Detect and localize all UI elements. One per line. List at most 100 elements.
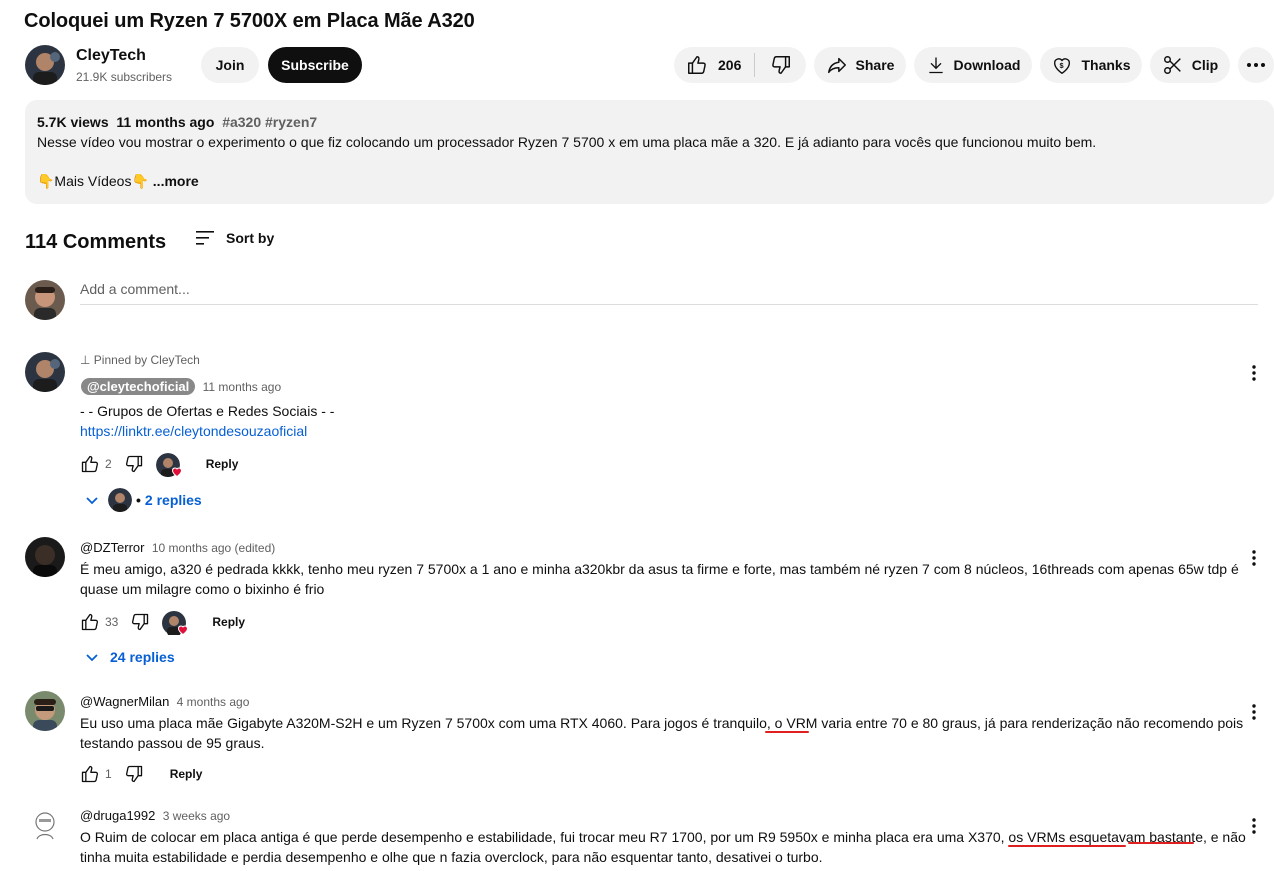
like-button[interactable]: 206 bbox=[674, 47, 754, 83]
join-button[interactable]: Join bbox=[201, 47, 259, 83]
svg-text:$: $ bbox=[1060, 61, 1064, 70]
comment-avatar[interactable] bbox=[25, 537, 65, 577]
comment-time[interactable]: 3 weeks ago bbox=[163, 809, 230, 823]
channel-name[interactable]: CleyTech bbox=[76, 47, 146, 65]
comment-actions: 1 Reply bbox=[80, 763, 202, 785]
thumbs-down-icon[interactable] bbox=[124, 454, 144, 474]
thumbs-down-icon[interactable] bbox=[124, 764, 144, 784]
description-box[interactable]: 5.7K views 11 months ago #a320 #ryzen7 N… bbox=[25, 100, 1274, 204]
reply-button[interactable]: Reply bbox=[212, 615, 245, 629]
more-videos-text: 👇Mais Vídeos👇 bbox=[37, 173, 149, 189]
comment-line: quase um milagre como o bixinho é frio bbox=[80, 581, 325, 597]
reply-button[interactable]: Reply bbox=[206, 457, 239, 471]
subscribe-button[interactable]: Subscribe bbox=[268, 47, 362, 83]
more-horizontal-icon bbox=[1247, 63, 1265, 67]
comment-text: - - Grupos de Ofertas e Redes Sociais - … bbox=[80, 401, 334, 441]
comment-author[interactable]: @cleytechoficial bbox=[81, 378, 196, 395]
comments-count: 114 Comments bbox=[25, 231, 167, 253]
comment-header: @druga1992 3 weeks ago bbox=[80, 808, 230, 823]
sort-by-label: Sort by bbox=[226, 230, 275, 246]
comment-line: - - Grupos de Ofertas e Redes Sociais - … bbox=[80, 403, 335, 419]
comment-author[interactable]: @druga1992 bbox=[80, 808, 155, 823]
comment-text: Eu uso uma placa mãe Gigabyte A320M-S2H … bbox=[80, 713, 1243, 753]
comment-line: É meu amigo, a320 é pedrada kkkk, tenho … bbox=[80, 561, 1239, 577]
comment-header: @cleytechoficial 11 months ago bbox=[81, 378, 282, 395]
thumbs-up-icon[interactable] bbox=[80, 454, 100, 474]
comment-time[interactable]: 11 months ago bbox=[203, 380, 282, 394]
red-underline-annotation bbox=[1008, 845, 1126, 847]
comment-avatar[interactable] bbox=[25, 691, 65, 731]
sort-by-button[interactable]: Sort by bbox=[196, 229, 274, 247]
replies-count: 24 replies bbox=[110, 649, 175, 665]
dislike-button[interactable] bbox=[755, 47, 806, 83]
comment-header: @WagnerMilan 4 months ago bbox=[80, 694, 249, 709]
thanks-button[interactable]: $ Thanks bbox=[1040, 47, 1142, 83]
thumbs-down-icon bbox=[771, 56, 790, 74]
comment-line: testando passou de 95 graus. bbox=[80, 735, 265, 751]
clip-button[interactable]: Clip bbox=[1150, 47, 1230, 83]
comment-menu-button[interactable] bbox=[1252, 818, 1256, 839]
view-replies-button[interactable]: • 2 replies bbox=[84, 488, 202, 512]
replies-count: 2 replies bbox=[144, 492, 202, 508]
download-icon bbox=[928, 57, 943, 74]
share-button[interactable]: Share bbox=[814, 47, 906, 83]
comment-avatar[interactable] bbox=[25, 352, 65, 392]
pinned-label: ⊥ Pinned by CleyTech bbox=[80, 353, 200, 367]
download-label: Download bbox=[953, 57, 1021, 73]
thanks-label: Thanks bbox=[1081, 57, 1131, 73]
add-comment-input[interactable]: Add a comment... bbox=[80, 281, 190, 297]
upload-age: 11 months ago bbox=[116, 114, 215, 130]
comment-line: tinha muita estabilidade e perdia desemp… bbox=[80, 849, 823, 865]
comment-time[interactable]: 4 months ago bbox=[177, 695, 250, 709]
show-more-link[interactable]: ...more bbox=[153, 173, 199, 189]
red-underline-annotation bbox=[1128, 842, 1194, 844]
creator-heart bbox=[162, 611, 189, 636]
reply-button[interactable]: Reply bbox=[170, 767, 203, 781]
like-dislike-group: 206 bbox=[674, 47, 806, 83]
hashtags[interactable]: #a320 #ryzen7 bbox=[222, 114, 317, 130]
comment-text: O Ruim de colocar em placa antiga é que … bbox=[80, 827, 1246, 867]
more-vertical-icon bbox=[1252, 704, 1256, 720]
like-count: 206 bbox=[718, 57, 742, 73]
chevron-down-icon bbox=[86, 654, 98, 662]
comment-actions: 33 Reply bbox=[80, 611, 245, 636]
download-button[interactable]: Download bbox=[914, 47, 1032, 83]
thumbs-down-icon[interactable] bbox=[130, 612, 150, 632]
comment-menu-button[interactable] bbox=[1252, 365, 1256, 386]
user-avatar bbox=[25, 280, 65, 320]
scissors-icon bbox=[1163, 56, 1181, 74]
comment-time[interactable]: 10 months ago (edited) bbox=[152, 541, 275, 555]
comment-author[interactable]: @WagnerMilan bbox=[80, 694, 169, 709]
thumbs-up-icon[interactable] bbox=[80, 612, 100, 632]
thumbs-up-icon[interactable] bbox=[80, 764, 100, 784]
more-vertical-icon bbox=[1252, 365, 1256, 381]
comment-link[interactable]: https://linktr.ee/cleytondesouzaoficial bbox=[80, 421, 334, 441]
subscriber-count: 21.9K subscribers bbox=[76, 70, 173, 84]
description-meta: 5.7K views 11 months ago #a320 #ryzen7 bbox=[37, 114, 317, 130]
share-icon bbox=[827, 57, 846, 74]
comment-menu-button[interactable] bbox=[1252, 704, 1256, 725]
comment-menu-button[interactable] bbox=[1252, 550, 1256, 571]
reply-avatar bbox=[108, 488, 132, 512]
heart-dollar-icon: $ bbox=[1054, 58, 1071, 75]
comment-text: É meu amigo, a320 é pedrada kkkk, tenho … bbox=[80, 559, 1240, 599]
view-replies-button[interactable]: 24 replies bbox=[84, 645, 175, 669]
thumbs-up-icon bbox=[688, 56, 706, 74]
pin-icon: ⊥ bbox=[80, 353, 91, 367]
share-label: Share bbox=[855, 57, 895, 73]
comment-avatar[interactable] bbox=[25, 805, 65, 845]
dot-separator: • bbox=[136, 492, 141, 508]
heart-icon bbox=[178, 625, 189, 636]
chevron-down-icon bbox=[86, 497, 98, 505]
view-count: 5.7K views bbox=[37, 114, 109, 130]
more-actions-button[interactable] bbox=[1238, 47, 1274, 83]
red-underline-annotation bbox=[765, 731, 809, 733]
more-vertical-icon bbox=[1252, 818, 1256, 834]
video-title: Coloquei um Ryzen 7 5700X em Placa Mãe A… bbox=[24, 10, 475, 32]
pinned-text: Pinned by CleyTech bbox=[93, 353, 200, 367]
comment-author[interactable]: @DZTerror bbox=[80, 540, 144, 555]
comment-like-count: 2 bbox=[105, 457, 112, 471]
description-more-line: 👇Mais Vídeos👇 ...more bbox=[37, 173, 199, 190]
channel-avatar[interactable] bbox=[25, 45, 65, 85]
add-comment-underline bbox=[80, 304, 1258, 305]
